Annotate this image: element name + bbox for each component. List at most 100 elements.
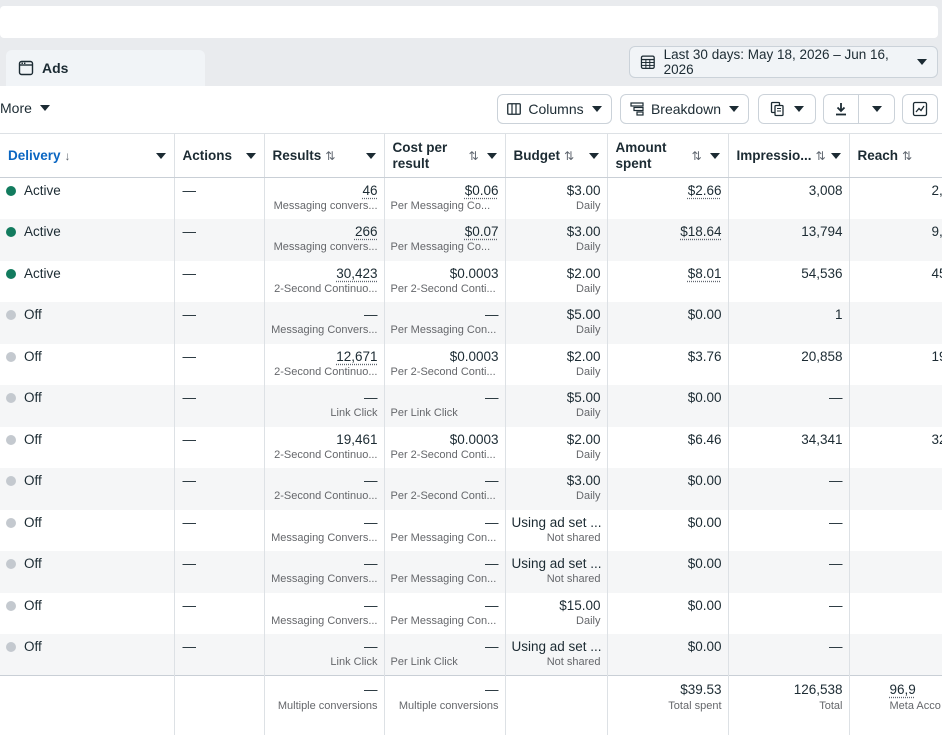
status-dot-icon bbox=[6, 476, 16, 486]
cost-value[interactable]: $0.07 bbox=[465, 224, 499, 239]
actions-cell[interactable]: — bbox=[174, 385, 265, 427]
totals-reach-value[interactable]: 96,9 bbox=[890, 682, 916, 697]
results-cell: 30,423 2-Second Continuo... bbox=[264, 260, 385, 302]
actions-cell[interactable]: — bbox=[174, 551, 265, 593]
chevron-down-icon[interactable] bbox=[245, 152, 256, 159]
impressions-cell: 1 bbox=[728, 302, 850, 344]
totals-impressions: 126,538 Total bbox=[728, 675, 850, 735]
table-row[interactable]: Off — — Link Click — Per Link Click Usin… bbox=[0, 634, 942, 676]
status-text: Off bbox=[24, 390, 42, 405]
header-results[interactable]: Results ⇅ bbox=[264, 133, 385, 178]
budget-value: $2.00 bbox=[566, 431, 601, 447]
actions-cell[interactable]: — bbox=[174, 219, 265, 261]
table-row[interactable]: Off — — Messaging Convers... — Per Messa… bbox=[0, 509, 942, 551]
impressions-value: 1 bbox=[834, 307, 843, 322]
header-amount-spent-label: Amount spent bbox=[615, 139, 667, 171]
spent-cell: $0.00 bbox=[607, 634, 729, 676]
table-row[interactable]: Active — 30,423 2-Second Continuo... $0.… bbox=[0, 260, 942, 302]
tab-ads[interactable]: Ads bbox=[6, 50, 205, 86]
chevron-down-icon[interactable] bbox=[486, 152, 497, 159]
results-value[interactable]: 46 bbox=[362, 183, 377, 198]
actions-cell[interactable]: — bbox=[174, 468, 265, 510]
status-dot-icon bbox=[6, 642, 16, 652]
spent-value[interactable]: $18.64 bbox=[680, 224, 721, 239]
sort-icon: ⇅ bbox=[564, 148, 575, 163]
table-row[interactable]: Off — — Messaging Convers... — Per Messa… bbox=[0, 551, 942, 593]
delivery-cell: Off bbox=[0, 468, 175, 510]
cost-sub: Per Messaging Con... bbox=[390, 324, 497, 336]
cost-cell: — Per Messaging Con... bbox=[384, 509, 506, 551]
status-text: Off bbox=[24, 431, 42, 447]
actions-cell[interactable]: — bbox=[174, 634, 265, 676]
chevron-down-icon[interactable] bbox=[155, 152, 166, 159]
more-button[interactable]: More bbox=[0, 100, 50, 116]
table-row[interactable]: Active — 266 Messaging convers... $0.07 … bbox=[0, 219, 942, 261]
chevron-down-icon[interactable] bbox=[709, 152, 720, 159]
charts-button[interactable] bbox=[902, 94, 938, 124]
header-amount-spent[interactable]: Amount spent ⇅ bbox=[607, 133, 729, 178]
cost-cell: $0.0003 Per 2-Second Conti... bbox=[384, 426, 506, 468]
reports-icon bbox=[770, 101, 784, 117]
table-row[interactable]: Off — 12,671 2-Second Continuo... $0.000… bbox=[0, 343, 942, 385]
chevron-down-icon[interactable] bbox=[365, 152, 376, 159]
results-cell: — 2-Second Continuo... bbox=[264, 468, 385, 510]
spent-cell: $0.00 bbox=[607, 385, 729, 427]
table-row[interactable]: Off — — Messaging Convers... — Per Messa… bbox=[0, 592, 942, 634]
table-row[interactable]: Off — — Messaging Convers... — Per Messa… bbox=[0, 302, 942, 344]
cost-sub: Per Messaging Co... bbox=[390, 200, 491, 212]
totals-cost: — Multiple conversions bbox=[384, 675, 506, 735]
header-actions-label: Actions bbox=[182, 147, 233, 163]
results-value[interactable]: 30,423 bbox=[336, 266, 377, 281]
cost-value[interactable]: $0.06 bbox=[465, 183, 499, 198]
chevron-down-icon[interactable] bbox=[830, 152, 841, 159]
results-cell: 266 Messaging convers... bbox=[264, 219, 385, 261]
actions-cell[interactable]: — bbox=[174, 426, 265, 468]
actions-cell[interactable]: — bbox=[174, 260, 265, 302]
table-row[interactable]: Off — — 2-Second Continuo... — Per 2-Sec… bbox=[0, 468, 942, 510]
header-delivery[interactable]: Delivery ↓ bbox=[0, 133, 175, 178]
date-range-picker[interactable]: Last 30 days: May 18, 2026 – Jun 16, 202… bbox=[629, 46, 938, 78]
results-value[interactable]: 12,671 bbox=[336, 349, 377, 364]
results-cell: 19,461 2-Second Continuo... bbox=[264, 426, 385, 468]
status-text: Off bbox=[24, 597, 42, 613]
impressions-value: 20,858 bbox=[801, 348, 843, 364]
columns-button[interactable]: Columns bbox=[497, 94, 612, 124]
budget-sub: Daily bbox=[576, 490, 601, 502]
totals-delivery bbox=[0, 675, 175, 735]
spent-value[interactable]: $8.01 bbox=[688, 266, 722, 281]
table-row[interactable]: Off — — Link Click — Per Link Click $5.0… bbox=[0, 385, 942, 427]
reports-button[interactable] bbox=[758, 94, 816, 124]
header-budget[interactable]: Budget ⇅ bbox=[505, 133, 608, 178]
reach-cell: 19, bbox=[849, 343, 942, 385]
status-text: Off bbox=[24, 514, 42, 530]
results-value[interactable]: 266 bbox=[355, 224, 378, 239]
budget-cell: $15.00 Daily bbox=[505, 592, 608, 634]
actions-cell[interactable]: — bbox=[174, 343, 265, 385]
actions-cell[interactable]: — bbox=[174, 592, 265, 634]
header-cost-per-result[interactable]: Cost per result ⇅ bbox=[384, 133, 506, 178]
actions-value: — bbox=[182, 224, 197, 239]
cost-value: $0.0003 bbox=[449, 348, 499, 364]
chevron-down-icon[interactable] bbox=[588, 152, 599, 159]
breakdown-button[interactable]: Breakdown bbox=[620, 94, 749, 124]
reach-cell: 45,5 bbox=[849, 260, 942, 302]
header-reach[interactable]: Reach ⇅ bbox=[849, 133, 942, 178]
delivery-cell: Off bbox=[0, 634, 175, 676]
spent-value[interactable]: $2.66 bbox=[688, 183, 722, 198]
table-row[interactable]: Active — 46 Messaging convers... $0.06 P… bbox=[0, 177, 942, 219]
actions-cell[interactable]: — bbox=[174, 302, 265, 344]
impressions-value: — bbox=[829, 473, 843, 488]
export-dropdown-button[interactable] bbox=[858, 94, 895, 124]
delivery-cell: Off bbox=[0, 551, 175, 593]
chevron-down-icon bbox=[591, 106, 602, 112]
table-row[interactable]: Off — 19,461 2-Second Continuo... $0.000… bbox=[0, 426, 942, 468]
cost-sub: Per Messaging Co... bbox=[390, 241, 491, 253]
totals-spent-sub: Total spent bbox=[668, 700, 722, 712]
actions-cell[interactable]: — bbox=[174, 509, 265, 551]
export-button[interactable] bbox=[823, 94, 859, 124]
actions-cell[interactable]: — bbox=[174, 177, 265, 219]
impressions-value: 13,794 bbox=[801, 224, 843, 239]
line-chart-icon bbox=[912, 101, 928, 117]
header-actions[interactable]: Actions bbox=[174, 133, 265, 178]
header-impressions[interactable]: Impressio... ⇅ bbox=[728, 133, 850, 178]
